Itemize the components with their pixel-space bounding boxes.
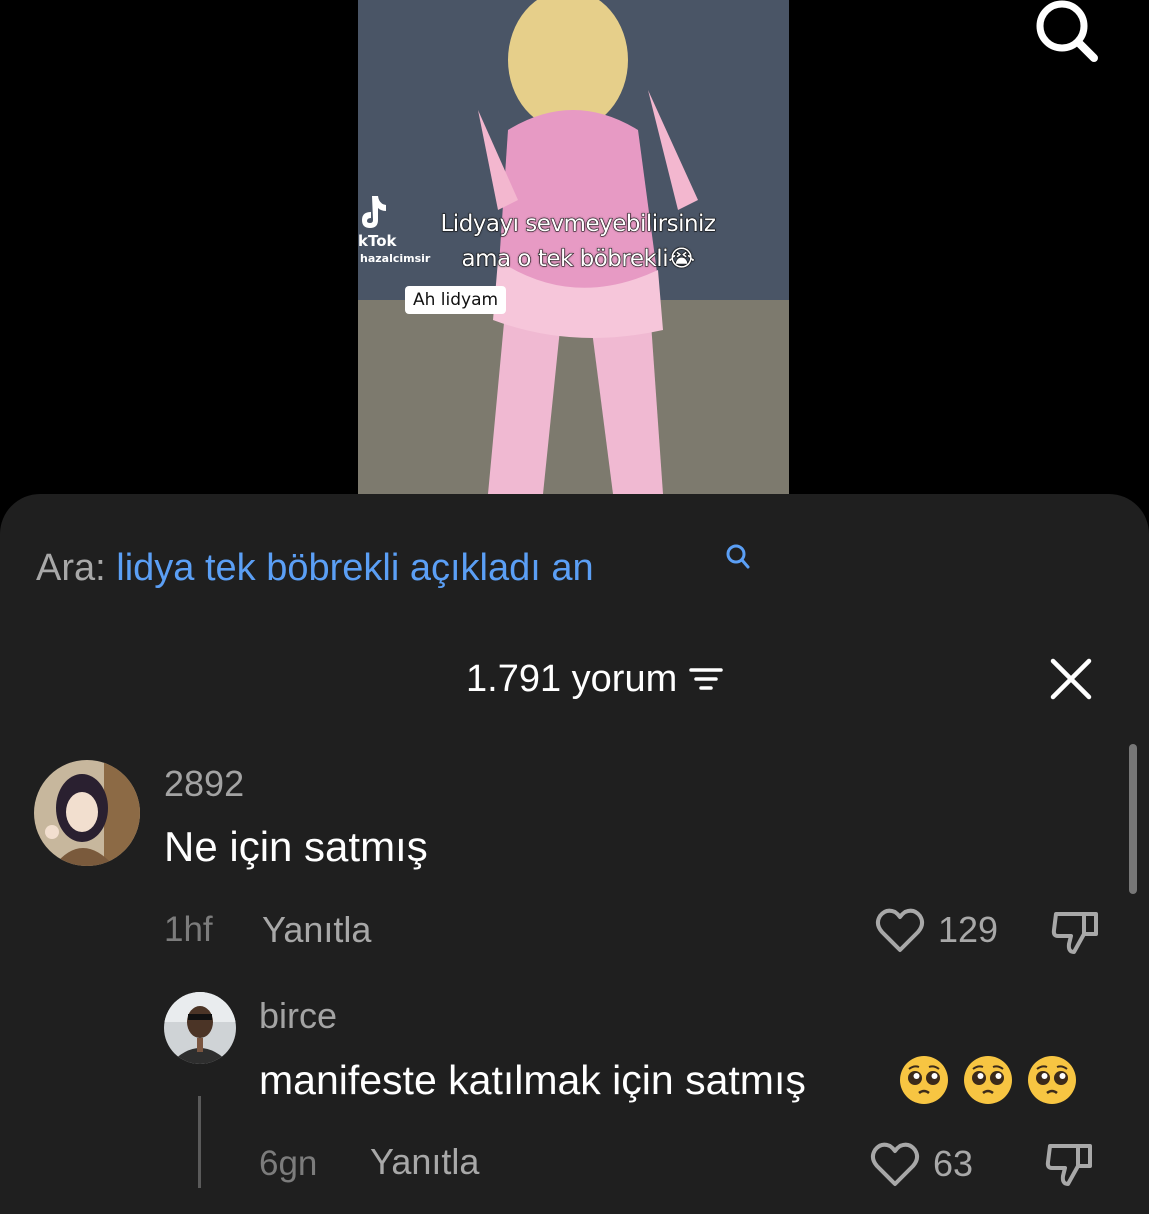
reply-button[interactable]: Yanıtla bbox=[262, 908, 371, 952]
reply-text: manifeste katılmak için satmış bbox=[259, 1057, 806, 1103]
search-icon[interactable] bbox=[1032, 0, 1102, 62]
emoji-row bbox=[898, 1054, 1078, 1106]
heart-icon[interactable] bbox=[874, 906, 926, 954]
reply-button[interactable]: Yanıtla bbox=[370, 1140, 479, 1184]
tiktok-logo-icon bbox=[362, 196, 386, 228]
caption-line-2: ama o tek böbrekli😭 bbox=[461, 246, 695, 273]
pleading-face-icon bbox=[900, 1056, 948, 1104]
avatar[interactable] bbox=[164, 992, 236, 1064]
search-suggestion-prefix: Ara: bbox=[36, 547, 106, 589]
comment-text: Ne için satmış bbox=[164, 823, 428, 870]
filter-icon[interactable] bbox=[689, 665, 723, 693]
comments-header: 1.791 yorum bbox=[466, 654, 723, 704]
reply-username[interactable]: birce bbox=[259, 994, 337, 1038]
comment-count: 1.791 yorum bbox=[466, 657, 678, 700]
watermark-brand: kTok bbox=[358, 232, 397, 250]
pleading-face-icon bbox=[964, 1056, 1012, 1104]
dislike-icon[interactable] bbox=[1050, 906, 1102, 956]
reply-timestamp: 6gn bbox=[259, 1144, 318, 1183]
avatar[interactable] bbox=[34, 760, 140, 866]
comment-timestamp: 1hf bbox=[164, 910, 213, 949]
text-sticker: Ah lidyam bbox=[405, 286, 507, 314]
search-suggestion[interactable]: Ara: lidya tek böbrekli açıkladı an bbox=[36, 544, 594, 592]
video-caption-overlay: Lidyayı sevmeyebilirsiniz ama o tek böbr… bbox=[418, 207, 738, 277]
like-count: 129 bbox=[938, 909, 999, 950]
close-icon[interactable] bbox=[1048, 656, 1094, 702]
search-suggestion-query[interactable]: lidya tek böbrekli açıkladı an bbox=[116, 547, 593, 589]
heart-icon[interactable] bbox=[869, 1140, 921, 1188]
comment-username[interactable]: 2892 bbox=[164, 762, 244, 806]
caption-line-1: Lidyayı sevmeyebilirsiniz bbox=[440, 211, 717, 238]
pleading-face-icon bbox=[1028, 1056, 1076, 1104]
dislike-icon[interactable] bbox=[1044, 1138, 1096, 1188]
scrollbar[interactable] bbox=[1129, 744, 1137, 894]
search-small-icon bbox=[726, 544, 750, 569]
thread-line bbox=[198, 1096, 201, 1188]
like-count: 63 bbox=[933, 1143, 974, 1184]
